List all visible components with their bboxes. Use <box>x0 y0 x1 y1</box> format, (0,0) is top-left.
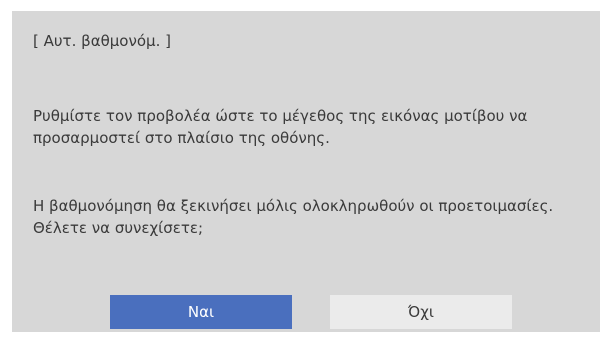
confirmation-text: Η βαθμονόμηση θα ξεκινήσει μόλις ολοκληρ… <box>33 197 554 237</box>
instruction-text: Ρυθμίστε τον προβολέα ώστε το μέγεθος τη… <box>33 107 528 147</box>
yes-button[interactable]: Ναι <box>110 295 292 329</box>
calibration-dialog: [ Αυτ. βαθμονόμ. ] Ρυθμίστε τον προβολέα… <box>12 11 600 332</box>
no-button[interactable]: Όχι <box>330 295 512 329</box>
dialog-title: [ Αυτ. βαθμονόμ. ] <box>33 32 171 50</box>
